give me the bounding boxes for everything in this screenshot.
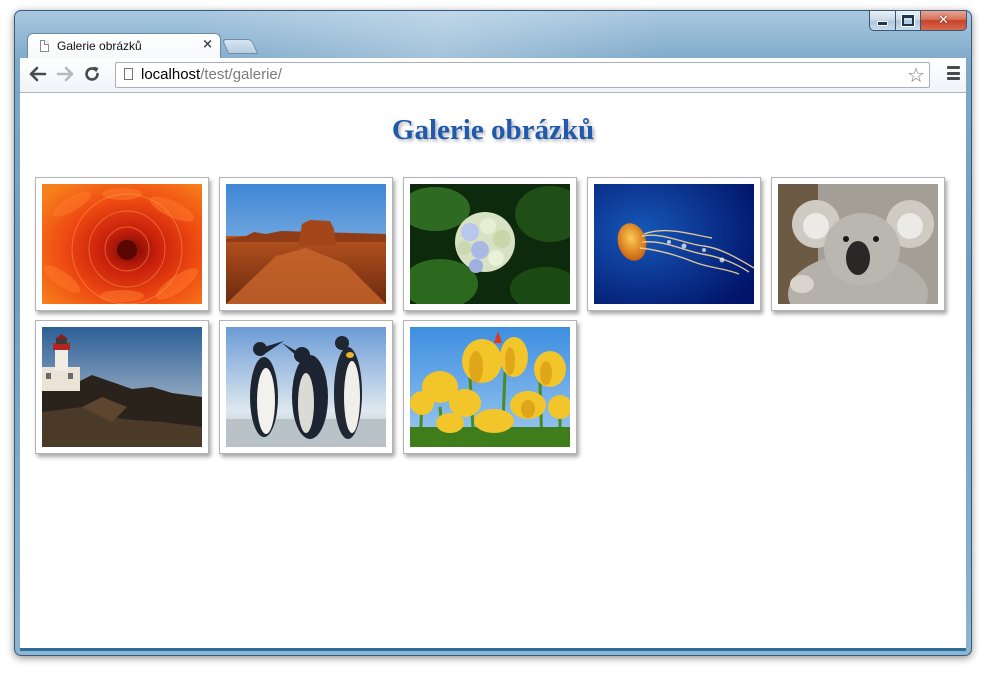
forward-button[interactable] <box>53 62 77 86</box>
back-button[interactable] <box>26 62 50 86</box>
tab-title: Galerie obrázků <box>57 39 142 53</box>
gallery-thumb-desert[interactable] <box>219 177 393 311</box>
page-icon <box>124 68 133 80</box>
minimize-icon <box>877 21 888 26</box>
new-tab-button[interactable] <box>221 39 259 54</box>
url-path: /test/galerie/ <box>200 66 282 83</box>
close-window-button[interactable]: ✕ <box>921 11 967 31</box>
gallery-thumb-hydrangeas[interactable] <box>403 177 577 311</box>
document-icon <box>40 40 49 52</box>
menu-icon-bar <box>947 71 960 75</box>
address-bar[interactable]: localhost/test/galerie/ ☆ <box>115 62 930 88</box>
tab-galerie[interactable]: Galerie obrázků × <box>27 33 221 59</box>
maximize-icon <box>902 15 914 26</box>
lighthouse-image <box>42 327 202 447</box>
page-viewport: Galerie obrázků <box>20 93 966 651</box>
forward-arrow-icon <box>56 66 74 82</box>
minimize-button[interactable] <box>869 11 896 31</box>
gallery-thumb-lighthouse[interactable] <box>35 320 209 454</box>
browser-window: ✕ Galerie obrázků × localhost/test/galer… <box>14 10 972 656</box>
hydrangeas-image <box>410 184 570 304</box>
toolbar: localhost/test/galerie/ ☆ <box>20 58 966 93</box>
maximize-button[interactable] <box>896 11 921 31</box>
tab-close-icon[interactable]: × <box>202 37 213 52</box>
gallery-thumb-koala[interactable] <box>771 177 945 311</box>
chrysanthemum-image <box>42 184 202 304</box>
back-arrow-icon <box>29 66 47 82</box>
menu-button[interactable] <box>947 66 960 80</box>
desert-image <box>226 184 386 304</box>
gallery-thumb-penguins[interactable] <box>219 320 393 454</box>
gallery-thumb-jellyfish[interactable] <box>587 177 761 311</box>
jellyfish-image <box>594 184 754 304</box>
menu-icon-bar <box>947 77 960 80</box>
tulips-image <box>410 327 570 447</box>
gallery-thumb-tulips[interactable] <box>403 320 577 454</box>
page-title: Galerie obrázků <box>391 114 595 146</box>
window-controls: ✕ <box>869 11 967 31</box>
close-icon: ✕ <box>938 13 949 28</box>
url-text: localhost/test/galerie/ <box>141 66 282 83</box>
bookmark-star-icon[interactable]: ☆ <box>907 63 925 87</box>
penguins-image <box>226 327 386 447</box>
gallery-thumb-chrysanthemum[interactable] <box>35 177 209 311</box>
reload-button[interactable] <box>80 62 104 86</box>
menu-icon-bar <box>947 66 960 69</box>
reload-icon <box>85 66 99 81</box>
url-host: localhost <box>141 66 201 83</box>
koala-image <box>778 184 938 304</box>
